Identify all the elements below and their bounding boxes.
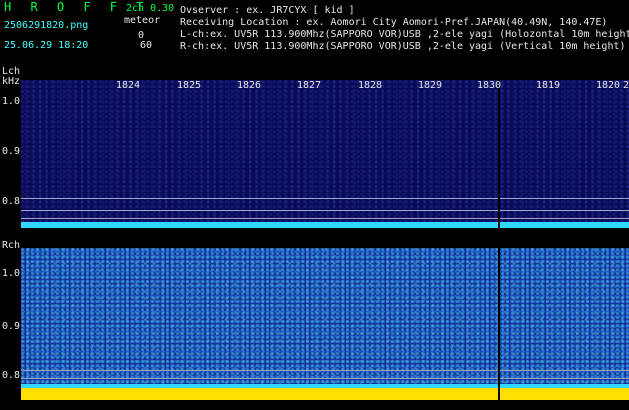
time-tick-label: 1826	[237, 80, 262, 91]
meteor-count-60: 60	[140, 40, 153, 51]
rch-ref-line	[21, 378, 629, 379]
unit-label: kHz	[2, 76, 21, 87]
time-tick-label: 1820	[596, 80, 621, 91]
time-tick-label: 2	[623, 80, 629, 91]
observer-line: Ovserver : ex. JR7CYX [ kid ]	[180, 5, 355, 16]
lch-ref-line	[21, 218, 629, 219]
rch-spectrogram	[21, 248, 629, 400]
lch-noise-band	[21, 222, 629, 228]
rch-freq-0-9: 0.9	[2, 321, 21, 332]
time-tick-label: 1827	[297, 80, 322, 91]
time-tick-label: 1829	[418, 80, 443, 91]
rch-signal-band	[21, 388, 629, 400]
lch-gap-line	[498, 80, 500, 228]
lch-ref-line	[21, 210, 629, 211]
file-name: 2506291820.png	[4, 20, 89, 31]
rch-freq-0-8: 0.8	[2, 370, 21, 381]
lch-ref-line	[21, 198, 629, 199]
timestamp: 25.06.29 18:20	[4, 40, 89, 51]
lch-info-line: L-ch:ex. UV5R 113.900Mhz(SAPPORO VOR)USB…	[180, 29, 629, 40]
lch-freq-0-9: 0.9	[2, 146, 21, 157]
rch-label: Rch	[2, 240, 21, 251]
rch-gap-line	[498, 248, 500, 400]
channel-setting: 2ch 0.30	[126, 3, 175, 14]
lch-freq-0-8: 0.8	[2, 196, 21, 207]
rch-freq-1-0: 1.0	[2, 268, 21, 279]
rch-info-line: R-ch:ex. UV5R 113.900Mhz(SAPPORO VOR)USB…	[180, 41, 626, 52]
time-tick-label: 1824	[116, 80, 141, 91]
meteor-label: meteor	[124, 15, 161, 26]
rch-ref-line	[21, 370, 629, 371]
time-tick-label: 1828	[358, 80, 383, 91]
time-tick-label: 1825	[177, 80, 202, 91]
time-tick-label: 1830	[477, 80, 502, 91]
location-line: Receiving Location : ex. Aomori City Aom…	[180, 17, 608, 28]
lch-freq-1-0: 1.0	[2, 96, 21, 107]
time-tick-label: 1819	[536, 80, 561, 91]
lch-spectrogram	[21, 80, 629, 228]
